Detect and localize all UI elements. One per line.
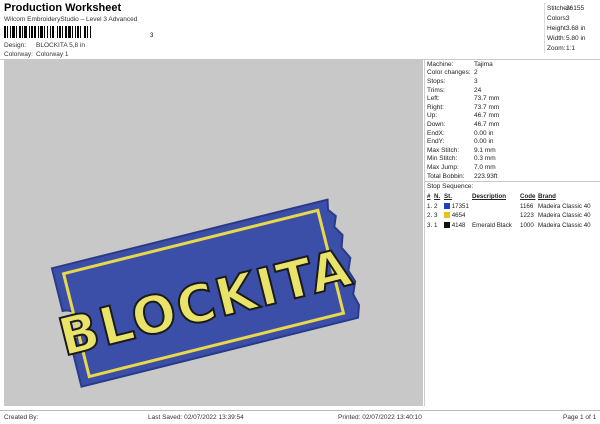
detail-row: Down: 46.7 mm (425, 120, 600, 129)
stop-number: 3. (427, 221, 433, 229)
design-preview[interactable]: BLOCKITA (4, 60, 423, 406)
needle-number: 1 (434, 221, 438, 229)
detail-value: 0.00 in (474, 138, 494, 146)
thread-code: 1223 (520, 212, 534, 220)
stitch-count: 4654 (444, 211, 472, 221)
detail-row: Stops: 3 (425, 77, 600, 86)
stop-number: 2. (427, 212, 433, 220)
summary-row: Width: 5.80 in (547, 34, 586, 42)
detail-row: Max Jump: 7.0 mm (425, 163, 600, 172)
details-panel: Machine: Tajima Color changes: 2 Stops: 3 Trim… (424, 60, 600, 406)
design-row: Design: BLOCKITA 5,8 in (4, 42, 85, 49)
detail-label: Machine: (427, 60, 454, 68)
detail-label: Right: (427, 103, 444, 111)
thread-brand: Madeira Classic 40 (538, 221, 591, 229)
detail-value: 9.1 mm (474, 146, 496, 154)
detail-label: Total Bobbin: (427, 172, 465, 180)
color-swatch (444, 212, 450, 219)
detail-label: Trims: (427, 86, 445, 94)
barcode-digit: 3 (150, 33, 154, 38)
detail-value: 73.7 mm (474, 103, 500, 111)
thread-brand: Madeira Classic 40 (538, 202, 591, 210)
detail-label: Max Stitch: (427, 146, 460, 154)
detail-row: Trims: 24 (425, 86, 600, 95)
needle-number: 2 (434, 202, 438, 210)
stitch-count: 4148 (444, 220, 472, 230)
detail-value: 0.3 mm (474, 155, 496, 163)
color-swatch (444, 202, 450, 209)
summary-panel: Stitches: 26155 Colors: 3 Height: 3.68 in W… (544, 3, 600, 53)
detail-label: Down: (427, 120, 446, 128)
summary-row: Height: 3.68 in (547, 24, 586, 32)
colorway-label: Colorway: (4, 51, 33, 58)
stop-row[interactable]: 3. 1 4148 Emerald Black 1000 Madeira Classic… (427, 220, 600, 230)
summary-row: Stitches: 26155 (547, 4, 585, 12)
last-saved: Last Saved: 02/07/2022 13:39:54 (148, 414, 244, 421)
stop-row[interactable]: 2. 3 4654 1223 Madeira Classic 40 (427, 211, 600, 221)
app-subtitle: Wilcom EmbroideryStudio – Level 3 Advanc… (4, 16, 138, 23)
stitch-count: 17351 (444, 201, 472, 211)
detail-label: Stops: (427, 77, 446, 85)
detail-row: Color changes: 2 (425, 69, 600, 78)
created-by: Created By: (4, 414, 39, 421)
detail-label: Left: (427, 95, 440, 103)
detail-row: Machine: Tajima (425, 60, 600, 69)
stop-table-header: # N. St. Description Code Brand (427, 193, 556, 201)
thread-description: Emerald Black (472, 221, 512, 229)
page-number: Page 1 of 1 (563, 414, 597, 421)
detail-row: Max Stitch: 9.1 mm (425, 146, 600, 155)
detail-label: EndX: (427, 129, 445, 137)
detail-value: 7.0 mm (474, 163, 496, 171)
design-label: Design: (4, 42, 27, 49)
stop-sequence-title: Stop Sequence: (427, 183, 474, 191)
embroidery-design: BLOCKITA (50, 198, 360, 388)
detail-row: EndY: 0.00 in (425, 137, 600, 146)
detail-value: 2 (474, 69, 478, 77)
detail-label: Max Jump: (427, 163, 459, 171)
thread-code: 1166 (520, 202, 534, 210)
detail-row: Right: 73.7 mm (425, 103, 600, 112)
color-swatch (444, 221, 450, 228)
stop-row[interactable]: 1. 2 17351 1166 Madeira Classic 40 (427, 201, 600, 211)
details-divider (425, 181, 600, 183)
detail-row: EndX: 0.00 in (425, 129, 600, 138)
stop-number: 1. (427, 202, 433, 210)
detail-label: EndY: (427, 138, 445, 146)
detail-label: Up: (427, 112, 438, 120)
page-title: Production Worksheet (4, 2, 122, 14)
detail-row: Left: 73.7 mm (425, 94, 600, 103)
thread-description (472, 211, 520, 221)
detail-value: 223.93ft (474, 172, 498, 180)
design-value: BLOCKITA 5,8 in (36, 42, 86, 49)
detail-value: 73.7 mm (474, 95, 500, 103)
detail-value: 24 (474, 86, 482, 94)
detail-value: Tajima (474, 60, 493, 68)
needle-number: 3 (434, 212, 438, 220)
detail-row: Min Stitch: 0.3 mm (425, 155, 600, 164)
detail-value: 0.00 in (474, 129, 494, 137)
thread-code: 1000 (520, 221, 534, 229)
summary-row: Colors: 3 (547, 14, 570, 22)
colorway-value: Colorway 1 (36, 51, 69, 58)
stop-sequence-table: # N. St. Description Code Brand 1. 2 1735… (427, 192, 600, 230)
detail-value: 46.7 mm (474, 120, 500, 128)
barcode: 3 (4, 26, 154, 38)
footer: Created By: Last Saved: 02/07/2022 13:39… (0, 410, 600, 424)
detail-label: Min Stitch: (427, 155, 458, 163)
detail-row: Up: 46.7 mm (425, 112, 600, 121)
thread-brand: Madeira Classic 40 (538, 212, 591, 220)
detail-label: Color changes: (427, 69, 471, 77)
thread-description (472, 201, 520, 211)
detail-value: 3 (474, 77, 478, 85)
summary-row: Zoom: 1:1 (547, 44, 576, 52)
detail-row: Total Bobbin: 223.93ft (425, 172, 600, 181)
printed-date: Printed: 02/07/2022 13:40:10 (338, 414, 422, 421)
colorway-row: Colorway: Colorway 1 (4, 51, 69, 58)
detail-value: 46.7 mm (474, 112, 500, 120)
